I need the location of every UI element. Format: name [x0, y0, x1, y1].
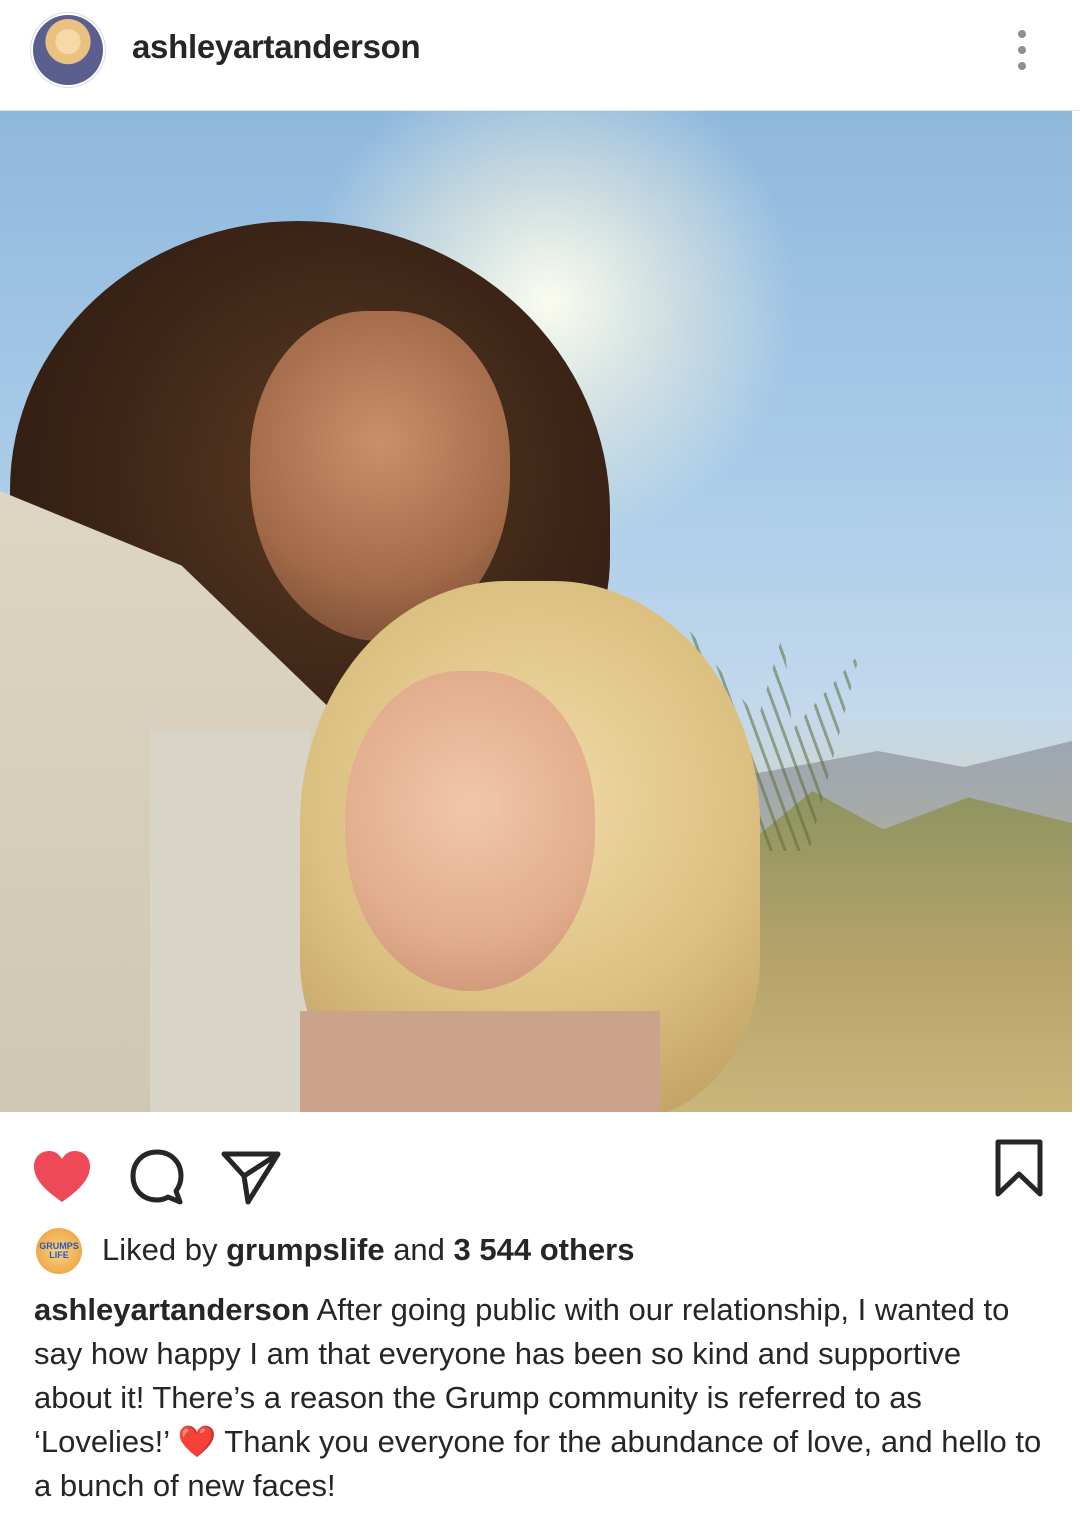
woman-face [345, 671, 595, 991]
liker-avatar-text: GRUMPS LIFE [39, 1241, 79, 1260]
dot [1018, 46, 1026, 54]
likes-count[interactable]: 3 544 others [454, 1232, 635, 1267]
likes-middle: and [393, 1232, 445, 1267]
comment-icon[interactable] [128, 1148, 186, 1206]
liker-username[interactable]: grumpslife [226, 1232, 384, 1267]
post-caption: ashleyartanderson After going public wit… [34, 1288, 1044, 1508]
post-username[interactable]: ashleyartanderson [132, 28, 421, 66]
action-bar [0, 1112, 1080, 1222]
bookmark-icon[interactable] [994, 1138, 1044, 1198]
likes-prefix: Liked by [102, 1232, 218, 1267]
man-shirt [150, 731, 310, 1112]
likes-text[interactable]: Liked by grumpslife and 3 544 others [102, 1232, 634, 1268]
profile-avatar[interactable] [33, 15, 103, 85]
post-header: ashleyartanderson [0, 0, 1080, 111]
caption-username[interactable]: ashleyartanderson [34, 1292, 310, 1327]
post-photo[interactable] [0, 111, 1072, 1112]
woman-body [300, 1011, 660, 1112]
send-icon[interactable] [220, 1148, 282, 1206]
dot [1018, 30, 1026, 38]
dot [1018, 62, 1026, 70]
heart-filled-icon[interactable] [32, 1150, 92, 1204]
more-options-icon[interactable] [1002, 26, 1042, 74]
red-heart-emoji-icon: ❤️ [177, 1424, 217, 1459]
likes-row: GRUMPS LIFE Liked by grumpslife and 3 54… [0, 1222, 1080, 1282]
liker-avatar[interactable]: GRUMPS LIFE [36, 1228, 82, 1274]
